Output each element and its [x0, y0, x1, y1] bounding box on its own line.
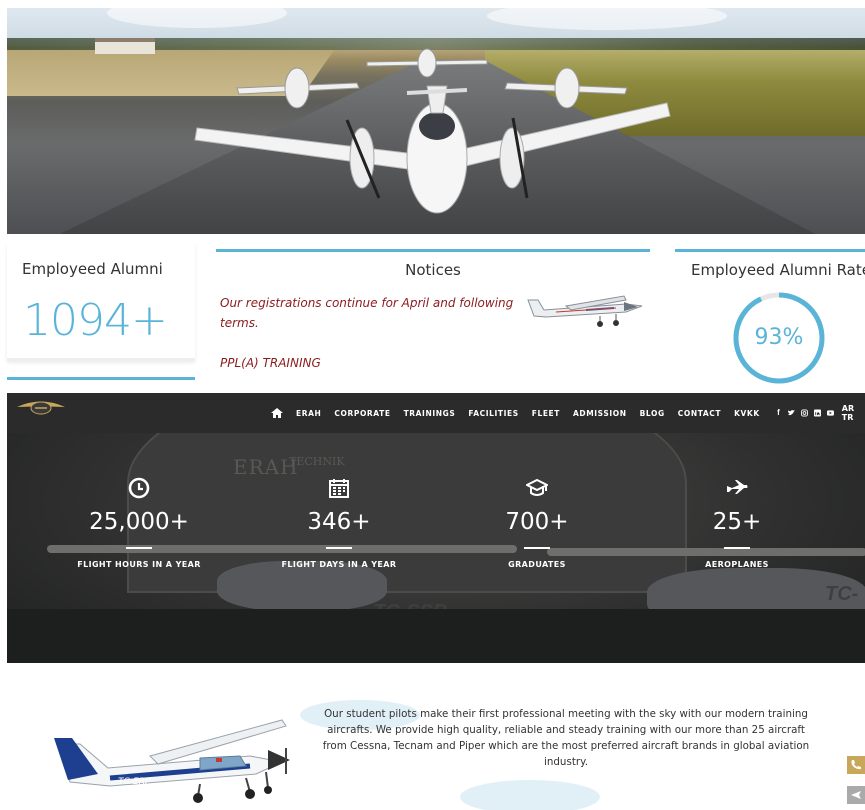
employed-alumni-title: Employeed Alumni: [22, 260, 163, 278]
stat-aeroplanes: 25+ AEROPLANES: [637, 477, 837, 569]
instagram-icon[interactable]: [800, 409, 808, 417]
nav-item-corporate[interactable]: CORPORATE: [334, 409, 390, 418]
nav-item-erah[interactable]: ERAH: [296, 409, 321, 418]
notice-aircraft-image: [527, 295, 643, 327]
hero-banner: [7, 8, 865, 234]
notice-registration-link[interactable]: Our registrations continue for April and…: [220, 293, 520, 333]
social-links: f AR TR: [775, 393, 865, 433]
nav-item-kvkk[interactable]: KVKK: [734, 409, 760, 418]
twitter-icon[interactable]: [787, 409, 795, 417]
stat-divider: [524, 547, 550, 549]
facebook-icon[interactable]: f: [775, 409, 782, 417]
call-button[interactable]: [847, 756, 865, 774]
notice-ppl-training-link[interactable]: PPL(A) TRAINING: [220, 356, 321, 370]
calendar-icon: [329, 479, 349, 498]
phone-icon: [851, 760, 861, 770]
fleet-description: Our student pilots make their first prof…: [322, 708, 810, 768]
employed-alumni-box: Employeed Alumni 1094+: [7, 243, 195, 361]
employed-alumni-rate-box: Employeed Alumni Rate 93%: [675, 249, 865, 389]
stat-flight-days: 346+ FLIGHT DAYS IN A YEAR: [239, 477, 439, 569]
nav-item-admission[interactable]: ADMISSION: [573, 409, 627, 418]
airplane-icon: [851, 791, 861, 799]
hero-aircraft-group: [194, 48, 671, 214]
notices-title: Notices: [405, 261, 461, 279]
nav-item-facilities[interactable]: FACILITIES: [468, 409, 518, 418]
hero-twin-aircraft: [194, 85, 671, 214]
erah-logo[interactable]: [15, 398, 67, 418]
nav-item-trainings[interactable]: TRAININGS: [404, 409, 456, 418]
stats-section: ERAH TECHNIK TC-SSB TC-EF 25,000+ FLIGHT…: [7, 433, 865, 663]
employed-alumni-rate-gauge: 93%: [731, 290, 827, 386]
fleet-tail-number: TC-ERP: [118, 777, 151, 787]
stat-flight-hours: 25,000+ FLIGHT HOURS IN A YEAR: [39, 477, 239, 569]
notices-box: Notices Our registrations continue for A…: [216, 249, 650, 389]
stat-label: FLIGHT DAYS IN A YEAR: [281, 560, 397, 569]
quick-link-button[interactable]: [847, 786, 865, 804]
linkedin-icon[interactable]: [813, 409, 821, 417]
youtube-icon[interactable]: [826, 409, 834, 417]
stat-label: FLIGHT HOURS IN A YEAR: [77, 560, 201, 569]
main-navbar: ERAH CORPORATE TRAININGS FACILITIES FLEE…: [7, 393, 865, 433]
language-switcher[interactable]: AR TR: [842, 404, 865, 422]
stat-divider: [326, 547, 352, 549]
stat-divider: [724, 547, 750, 549]
stat-divider: [126, 547, 152, 549]
nav-item-contact[interactable]: CONTACT: [678, 409, 721, 418]
stat-label: GRADUATES: [508, 560, 566, 569]
nav-item-blog[interactable]: BLOG: [640, 409, 665, 418]
employed-alumni-accent-bar: [7, 377, 195, 380]
stat-value: 346+: [307, 509, 371, 535]
hangar-brand-technik: TECHNIK: [289, 455, 345, 468]
employed-alumni-rate-title: Employeed Alumni Rate: [691, 261, 865, 279]
airplane-icon: [727, 480, 748, 494]
stat-value: 25+: [712, 509, 762, 535]
fleet-aircraft-image: TC-ERP: [54, 719, 290, 803]
home-icon[interactable]: [271, 408, 283, 418]
graduation-cap-icon: [526, 478, 548, 496]
decor-cloud: [460, 780, 600, 810]
stat-graduates: 700+ GRADUATES: [437, 477, 637, 569]
clock-icon: [128, 477, 150, 499]
nav-menu: ERAH CORPORATE TRAININGS FACILITIES FLEE…: [271, 393, 760, 433]
employed-alumni-rate-value: 93%: [754, 325, 804, 350]
stat-value: 25,000+: [89, 509, 189, 535]
nav-item-fleet[interactable]: FLEET: [532, 409, 560, 418]
employed-alumni-count: 1094+: [23, 295, 168, 346]
stat-label: AEROPLANES: [705, 560, 769, 569]
stat-value: 700+: [505, 509, 569, 535]
hangar-floor: [7, 609, 865, 663]
